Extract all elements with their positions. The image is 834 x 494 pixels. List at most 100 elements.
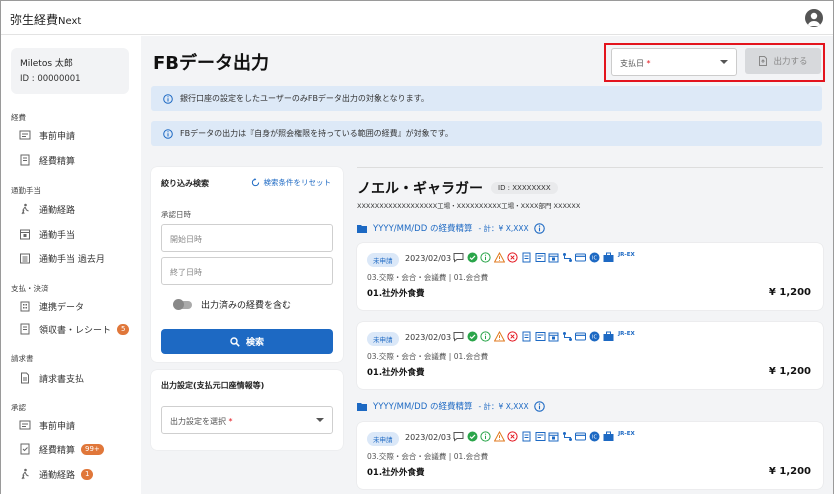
- reset-icon: [251, 178, 259, 187]
- reset-filter-link[interactable]: 検索条件をリセット: [251, 177, 331, 188]
- jr-ex-tag: JR-EX: [618, 252, 635, 258]
- status-badge: 未申請: [367, 253, 399, 267]
- person-header: ノエル・ギャラガー ID : XXXXXXXX: [357, 178, 558, 198]
- info-icon[interactable]: [533, 400, 545, 412]
- receipt-icon: [521, 331, 532, 342]
- sidebar-item-linked-data[interactable]: 連携データ: [19, 297, 134, 315]
- receipt-icon: [521, 252, 532, 263]
- ic-card-icon: IC: [589, 252, 600, 263]
- credit-card-icon: [575, 431, 587, 442]
- approve-receipt-icon: [19, 443, 31, 455]
- sidebar-item-pre-application[interactable]: 事前申請: [19, 126, 134, 144]
- credit-card-icon: [575, 331, 587, 342]
- sidebar-item-approval-expense-settlement[interactable]: 経費精算 99+: [19, 440, 134, 458]
- info-circle-icon: [480, 431, 491, 442]
- status-badge: 未申請: [367, 432, 399, 446]
- user-id: ID : 00000001: [20, 74, 81, 84]
- briefcase-icon: [603, 252, 614, 263]
- approval-expense-count-badge: 99+: [81, 443, 104, 455]
- sidebar-item-approval-commute-route[interactable]: 通勤経路 1: [19, 465, 134, 483]
- info-circle-icon: [480, 331, 491, 342]
- calendar-icon: [548, 431, 559, 442]
- avatar[interactable]: [805, 9, 823, 27]
- expense-date: 2023/02/03: [405, 333, 452, 342]
- chevron-down-icon: [316, 418, 324, 422]
- sidebar-item-commute-route[interactable]: 通勤経路: [19, 200, 134, 218]
- svg-text:IC: IC: [592, 334, 597, 340]
- invoice-icon: [535, 331, 546, 342]
- sidebar-section-expense: 経費: [11, 113, 26, 122]
- include-exported-label: 出力済みの経費を含む: [201, 301, 292, 311]
- calendar-icon: [19, 228, 31, 240]
- receipts-count-badge: 5: [117, 323, 130, 335]
- building-icon: [19, 300, 31, 312]
- expense-card[interactable]: 未申請 2023/02/03 IC JR-EX 03.交際・会合・会議費 | 0…: [357, 322, 823, 389]
- error-icon: [507, 431, 518, 442]
- briefcase-icon: [603, 331, 614, 342]
- sidebar-item-invoice-payment[interactable]: 請求書支払: [19, 369, 134, 387]
- document-icon: [19, 372, 31, 384]
- user-card[interactable]: Miletos 太郎 ID : 00000001: [11, 48, 129, 94]
- invoice-icon: [535, 431, 546, 442]
- chevron-down-icon: [720, 60, 728, 64]
- file-export-icon: [759, 56, 768, 66]
- expense-group-header[interactable]: YYYY/MM/DD の経費精算 - 計：¥ X,XXX: [357, 400, 551, 412]
- top-bar: 弥生経費Next: [1, 1, 833, 35]
- expense-card[interactable]: 未申請 2023/02/03 IC JR-EX 03.交際・会合・会議費 | 0…: [357, 422, 823, 489]
- sidebar-section-invoice: 請求書: [11, 354, 34, 363]
- ic-card-icon: IC: [589, 331, 600, 342]
- main-content: FBデータ出力 支払日 * 出力する 銀行口座の設定をしたユーザーのみFBデータ…: [141, 36, 833, 494]
- sidebar-item-expense-settlement[interactable]: 経費精算: [19, 151, 134, 169]
- jr-ex-tag: JR-EX: [618, 431, 635, 437]
- approval-commute-count-badge: 1: [81, 468, 94, 480]
- search-button[interactable]: 検索: [161, 329, 333, 354]
- notice-permission-scope: FBデータの出力は『自身が照会権限を持っている範囲の経費』が対象です。: [151, 121, 822, 146]
- receipt-icon: [521, 431, 532, 442]
- route-icon: [562, 331, 573, 342]
- person-department: XXXXXXXXXXXXXXXXXX工場・XXXXXXXXXX工場・XXXX部門…: [357, 202, 581, 210]
- export-button[interactable]: 出力する: [745, 48, 821, 74]
- info-icon[interactable]: [533, 222, 545, 234]
- expense-item: 01.社外外食費: [367, 468, 425, 478]
- app-logo[interactable]: 弥生経費Next: [10, 11, 81, 28]
- expense-flags: IC JR-EX: [453, 252, 637, 263]
- payment-date-select[interactable]: 支払日 *: [611, 48, 737, 76]
- sidebar-item-commute-allowance[interactable]: 通勤手当: [19, 225, 134, 243]
- route-icon: [562, 252, 573, 263]
- svg-text:IC: IC: [592, 434, 597, 440]
- end-date-input[interactable]: 終了日時: [161, 257, 333, 285]
- folder-icon: [357, 402, 367, 411]
- receipt-icon: [19, 323, 31, 335]
- filter-panel: 絞り込み検索 検索条件をリセット 承認日時 開始日時 終了日時 出力済みの経費を…: [151, 167, 343, 362]
- sidebar-item-commute-past-month[interactable]: 通勤手当 過去月: [19, 249, 134, 267]
- sidebar-item-receipts[interactable]: 領収書・レシート 5: [19, 320, 134, 338]
- section-divider: [357, 167, 823, 168]
- warning-icon: [493, 252, 505, 263]
- sidebar: Miletos 太郎 ID : 00000001 経費 事前申請 経費精算 通勤…: [1, 36, 141, 494]
- walking-icon: [19, 468, 31, 480]
- error-icon: [507, 331, 518, 342]
- expense-group-header[interactable]: YYYY/MM/DD の経費精算 - 計：¥ X,XXX: [357, 222, 551, 234]
- sidebar-item-approval-pre-application[interactable]: 事前申請: [19, 416, 134, 434]
- folder-icon: [357, 224, 367, 233]
- include-exported-toggle[interactable]: [173, 299, 192, 310]
- info-circle-icon: [480, 252, 491, 263]
- output-settings-select[interactable]: 出力設定を選択 *: [161, 406, 333, 434]
- expense-card[interactable]: 未申請 2023/02/03 IC JR-EX 03.交際・会合・会議費 | 0…: [357, 243, 823, 310]
- jr-ex-tag: JR-EX: [618, 331, 635, 337]
- expense-category: 03.交際・会合・会議費 | 01.会合費: [367, 452, 489, 461]
- walking-icon: [19, 203, 31, 215]
- info-icon: [163, 93, 173, 104]
- start-date-input[interactable]: 開始日時: [161, 224, 333, 252]
- search-icon: [230, 336, 240, 347]
- expense-flags: IC JR-EX: [453, 431, 637, 442]
- calendar-list-icon: [19, 252, 31, 264]
- expense-item: 01.社外外食費: [367, 368, 425, 378]
- user-name: Miletos 太郎: [20, 59, 73, 69]
- invoice-icon: [535, 252, 546, 263]
- sidebar-section-payment: 支払・決済: [11, 284, 49, 293]
- credit-card-icon: [575, 252, 587, 263]
- sidebar-section-approval: 承認: [11, 403, 26, 412]
- expense-date: 2023/02/03: [405, 254, 452, 263]
- warning-icon: [493, 431, 505, 442]
